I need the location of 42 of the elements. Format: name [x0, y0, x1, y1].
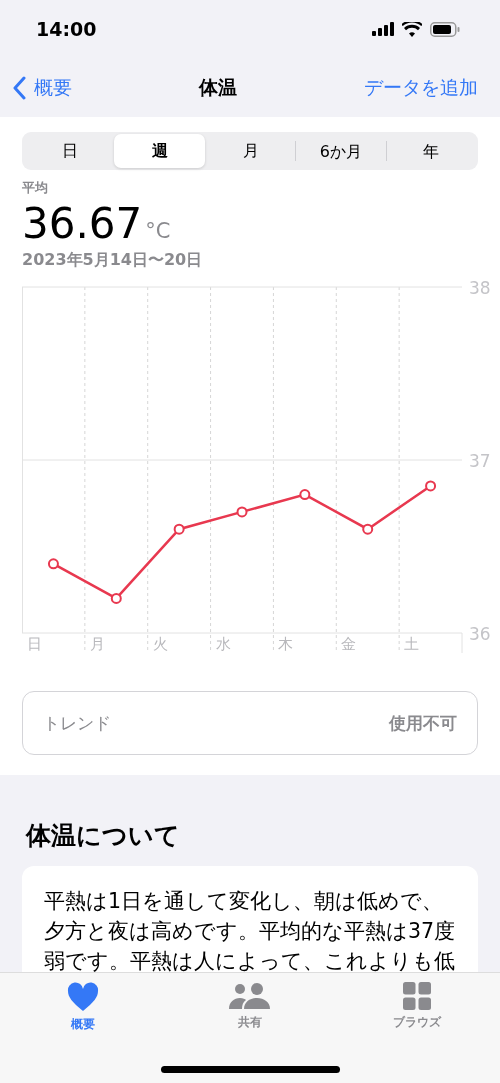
- back-link[interactable]: 概要: [12, 74, 72, 101]
- axis-label: 36: [469, 624, 491, 644]
- data-point: [299, 489, 311, 501]
- tab-bar-item[interactable]: 概要: [23, 981, 144, 1083]
- heart-icon: [67, 982, 100, 1012]
- signal-icon: [372, 22, 394, 36]
- period-tab[interactable]: 年: [385, 141, 477, 161]
- date-range: 2023年5月14日〜20日: [22, 250, 204, 271]
- trend-label: トレンド: [43, 711, 111, 735]
- axis-label: 木: [278, 635, 294, 653]
- axis-label: 37: [469, 451, 491, 471]
- add-data-link[interactable]: データを追加: [364, 74, 478, 101]
- axis-label: 金: [341, 635, 357, 653]
- period-tab[interactable]: 週: [114, 134, 205, 168]
- data-point: [236, 506, 248, 518]
- data-point: [362, 523, 374, 535]
- trend-value: 使用不可: [389, 711, 457, 735]
- average-label: 平均: [22, 179, 49, 197]
- status-time: 14:00: [36, 18, 97, 40]
- unit-label: °C: [145, 219, 171, 243]
- info-text: 平熱は1日を通して変化し、朝は低めで、夕方と夜は高めです。平均的な平熱は37度弱です。平熱は人によって、これよりも低: [44, 888, 456, 975]
- period-tab[interactable]: 日: [24, 134, 115, 168]
- average-value: 36.67: [22, 199, 143, 248]
- axis-label: 水: [215, 635, 231, 653]
- period-tab[interactable]: 6か月: [295, 141, 386, 161]
- axis-label: 月: [89, 635, 105, 653]
- period-tab[interactable]: 月: [204, 134, 296, 168]
- axis-label: 日: [27, 635, 42, 653]
- battery-icon: [430, 21, 460, 37]
- data-point: [425, 480, 437, 492]
- axis-label: 38: [469, 279, 491, 298]
- wifi-icon: [402, 21, 422, 37]
- data-point: [110, 592, 122, 604]
- axis-label: 土: [404, 635, 420, 653]
- people-icon: [229, 982, 271, 1010]
- section-heading: 体温について: [26, 820, 181, 852]
- axis-label: 火: [152, 635, 168, 653]
- grid-icon: [402, 982, 431, 1010]
- chevron-left-icon: [12, 75, 26, 100]
- data-point: [173, 523, 185, 535]
- data-point: [47, 558, 59, 570]
- page-title: 体温: [199, 74, 237, 100]
